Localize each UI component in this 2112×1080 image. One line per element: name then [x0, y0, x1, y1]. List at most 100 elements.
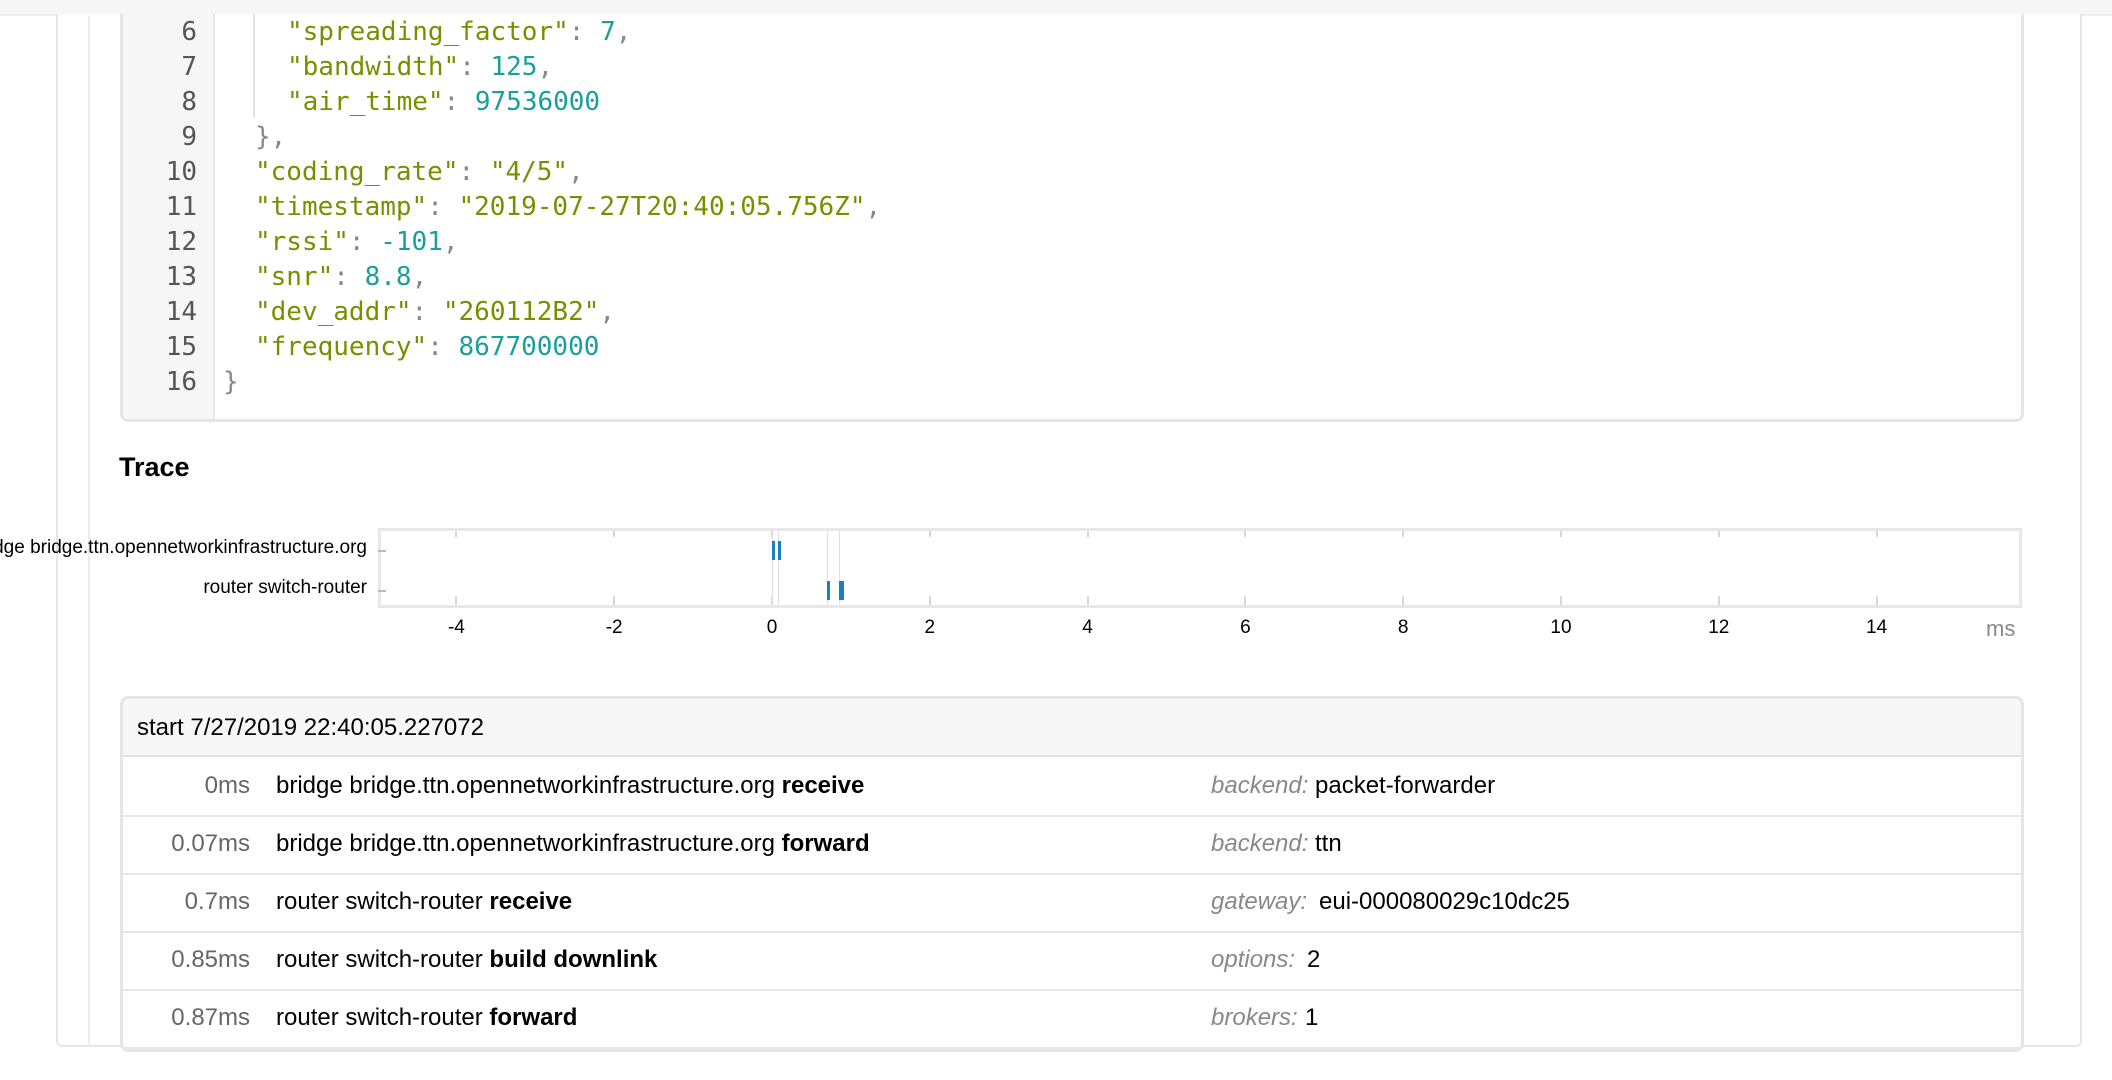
- event-field-value: 1: [1305, 1004, 1319, 1031]
- punctuation: }: [223, 367, 239, 397]
- event-field-value: ttn: [1315, 830, 1342, 857]
- colon: :: [411, 297, 443, 327]
- line-number: 14: [165, 297, 197, 327]
- comma: ,: [442, 227, 459, 257]
- code-text: }: [223, 365, 239, 400]
- timeline-plot-area: [378, 528, 2022, 608]
- event-time: 0.07ms: [171, 830, 250, 857]
- event-field-key: options:: [1211, 946, 1296, 973]
- lane-label: router switch-router: [203, 577, 367, 598]
- axis-tick-label: -4: [447, 617, 465, 638]
- json-key: "timestamp": [255, 192, 428, 222]
- grid-tick-mark: [1560, 596, 1562, 605]
- code-text: "snr": 8.8,: [255, 260, 427, 295]
- line-number: 9: [181, 122, 197, 152]
- json-key: "dev_addr": [255, 297, 412, 327]
- line-number: 11: [165, 192, 197, 222]
- line-number: 12: [165, 227, 197, 257]
- axis-tick-label: -2: [605, 617, 623, 638]
- event-field-key: gateway:: [1211, 888, 1308, 915]
- code-text: "frequency": 867700000: [255, 330, 599, 365]
- code-text: "bandwidth": 125,: [287, 50, 553, 85]
- json-value: "260112B2": [442, 297, 600, 327]
- code-text: },: [255, 120, 286, 155]
- event-field-key: backend:: [1211, 830, 1309, 857]
- event-field-key: brokers:: [1211, 1004, 1298, 1031]
- punctuation: },: [255, 122, 287, 152]
- line-number: 13: [165, 262, 197, 292]
- event-description: bridge bridge.ttn.opennetworkinfrastruct…: [276, 815, 870, 873]
- code-text: "coding_rate": "4/5",: [255, 155, 584, 190]
- trace-event-mark[interactable]: [841, 581, 844, 600]
- comma: ,: [599, 297, 616, 327]
- comma: ,: [865, 192, 882, 222]
- trace-event-row[interactable]: 0.87ms router switch-router forward broker…: [123, 989, 2021, 1049]
- code-text: "dev_addr": "260112B2",: [255, 295, 615, 330]
- grid-tick-mark: [1717, 596, 1720, 605]
- event-name: build downlink: [489, 946, 658, 973]
- json-code-viewer: 6 "spreading_factor": 7, 7 "bandwidth": 125…: [120, 14, 2024, 422]
- json-key: "spreading_factor": [287, 17, 569, 47]
- grid-tick-mark: [1875, 531, 1878, 537]
- event-actor: bridge bridge.ttn.opennetworkinfrastruct…: [276, 772, 775, 799]
- line-number: 10: [165, 157, 197, 187]
- grid-tick-mark: [455, 596, 458, 605]
- json-value: "4/5": [489, 157, 569, 187]
- code-text: "rssi": -101,: [255, 225, 459, 260]
- json-value: "2019-07-27T20:40:05.756Z": [458, 192, 866, 222]
- colon: :: [348, 227, 381, 257]
- colon: :: [333, 262, 365, 292]
- trace-event-row[interactable]: 0.85ms router switch-router build downlin…: [123, 931, 2021, 991]
- line-number: 8: [181, 87, 197, 117]
- trace-event-row[interactable]: 0.07ms bridge bridge.ttn.opennetworkinfra…: [123, 815, 2021, 875]
- axis-tick-label: 14: [1866, 617, 1888, 638]
- event-field-value: 2: [1307, 946, 1321, 973]
- event-description: router switch-router build downlink: [276, 931, 657, 989]
- grid-tick-mark: [928, 531, 931, 537]
- axis-tick-label: 2: [924, 617, 936, 638]
- trace-event-mark[interactable]: [827, 581, 830, 600]
- axis-tick-label: 10: [1550, 617, 1572, 638]
- event-field-value: packet-forwarder: [1315, 772, 1496, 799]
- event-time: 0ms: [204, 772, 250, 799]
- event-description: router switch-router forward: [276, 989, 577, 1047]
- trace-start-header: start 7/27/2019 22:40:05.227072: [123, 699, 2021, 757]
- json-value: 125: [490, 52, 538, 82]
- grid-tick-mark: [1402, 596, 1405, 605]
- trace-event-row[interactable]: 0ms bridge bridge.ttn.opennetworkinfrastr…: [123, 757, 2021, 817]
- json-value: -101: [380, 227, 443, 257]
- json-value: 97536000: [474, 87, 601, 117]
- grid-tick-mark: [1402, 531, 1405, 537]
- grid-tick-mark: [1875, 596, 1878, 605]
- grid-tick-mark: [455, 531, 458, 537]
- colon: :: [459, 52, 491, 82]
- axis-tick-label: 12: [1708, 617, 1730, 638]
- trace-events-table: start 7/27/2019 22:40:05.227072 0ms bridg…: [120, 696, 2024, 1052]
- axis-tick-label: 0: [766, 617, 778, 638]
- comma: ,: [568, 157, 584, 187]
- json-key: "rssi": [255, 227, 349, 257]
- trace-event-row[interactable]: 0.7ms router switch-router receive gateway…: [123, 873, 2021, 933]
- event-actor: router switch-router: [276, 888, 483, 915]
- grid-tick-mark: [1086, 596, 1089, 605]
- grid-tick-mark: [1244, 531, 1247, 537]
- colon: :: [443, 87, 475, 117]
- trace-event-mark[interactable]: [772, 541, 775, 560]
- json-key: "air_time": [287, 87, 444, 117]
- lane-tick: [378, 590, 386, 592]
- event-time: 0.85ms: [171, 946, 250, 973]
- grid-tick-mark: [1086, 531, 1089, 537]
- event-description: bridge bridge.ttn.opennetworkinfrastruct…: [276, 757, 864, 815]
- axis-tick-label: 8: [1397, 617, 1409, 638]
- json-value: 8.8: [364, 262, 412, 292]
- grid-tick-mark: [1244, 596, 1247, 605]
- event-actor: router switch-router: [276, 1004, 483, 1031]
- event-field-key: backend:: [1211, 772, 1309, 799]
- event-name: receive: [781, 772, 865, 799]
- code-text: "timestamp": "2019-07-27T20:40:05.756Z",: [255, 190, 881, 225]
- axis-tick-label: 6: [1240, 617, 1251, 638]
- trace-event-mark[interactable]: [778, 541, 781, 560]
- comma: ,: [411, 262, 428, 292]
- colon: :: [568, 17, 601, 47]
- event-actor: bridge bridge.ttn.opennetworkinfrastruct…: [276, 830, 775, 857]
